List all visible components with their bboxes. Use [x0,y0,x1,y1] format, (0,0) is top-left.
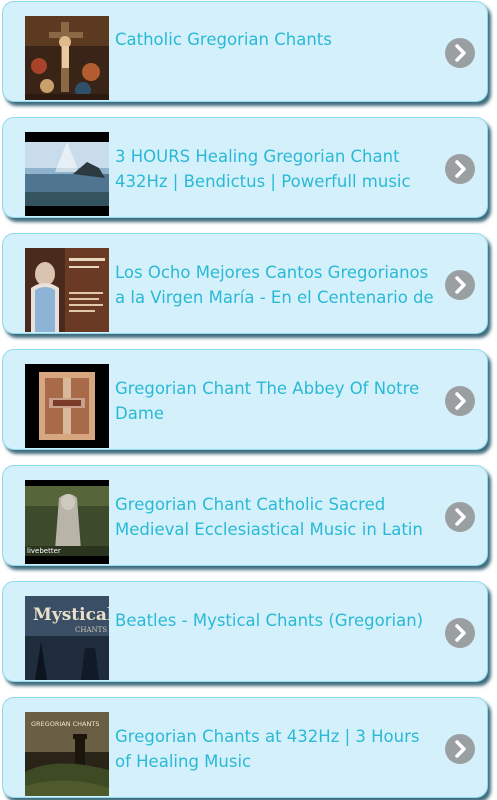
list-item[interactable]: 3 HOURS Healing Gregorian Chant 432Hz | … [2,117,488,218]
list-item[interactable]: Gregorian Chant The Abbey Of Notre Dame [2,349,488,450]
abbey-thumbnail [25,364,109,448]
video-thumbnail[interactable]: Mystical CHANTS [25,596,109,680]
mystical-thumbnail: Mystical CHANTS [25,596,109,680]
thumb-label: GREGORIAN CHANTS [31,720,99,728]
item-title[interactable]: 3 HOURS Healing Gregorian Chant 432Hz | … [115,144,437,194]
chevron-right-icon[interactable] [445,734,475,764]
sea-thumbnail [25,132,109,216]
item-title[interactable]: Catholic Gregorian Chants [115,27,437,52]
monk-thumbnail: livebetter [25,480,109,564]
chevron-right-icon[interactable] [445,38,475,68]
video-thumbnail[interactable] [25,248,109,332]
video-list: Catholic Gregorian Chants 3 HOURS Healin… [0,0,497,800]
video-thumbnail[interactable] [25,132,109,216]
item-title[interactable]: Gregorian Chant Catholic Sacred Medieval… [115,492,437,542]
video-thumbnail[interactable] [25,16,109,100]
chevron-right-icon[interactable] [445,270,475,300]
item-title[interactable]: Beatles - Mystical Chants (Gregorian) [115,608,437,633]
item-title[interactable]: Gregorian Chant The Abbey Of Notre Dame [115,376,437,426]
list-item[interactable]: livebetter Gregorian Chant Catholic Sacr… [2,465,488,566]
video-thumbnail[interactable]: GREGORIAN CHANTS [25,712,109,796]
item-title[interactable]: Los Ocho Mejores Cantos Gregorianos a la… [115,260,437,310]
list-item[interactable]: Mystical CHANTS Beatles - Mystical Chant… [2,581,488,682]
chevron-right-icon[interactable] [445,502,475,532]
chevron-right-icon[interactable] [445,154,475,184]
list-item[interactable]: GREGORIAN CHANTS Gregorian Chants at 432… [2,697,488,798]
painting-thumbnail [25,16,109,100]
item-title[interactable]: Gregorian Chants at 432Hz | 3 Hours of H… [115,724,437,774]
thumb-label: livebetter [27,547,61,555]
virgin-thumbnail [25,248,109,332]
chevron-right-icon[interactable] [445,618,475,648]
thumb-sublabel: CHANTS [75,626,107,634]
video-thumbnail[interactable] [25,364,109,448]
list-item[interactable]: Los Ocho Mejores Cantos Gregorianos a la… [2,233,488,334]
thumb-label: Mystical [33,605,109,625]
list-item[interactable]: Catholic Gregorian Chants [2,1,488,102]
chevron-right-icon[interactable] [445,386,475,416]
castle-thumbnail: GREGORIAN CHANTS [25,712,109,796]
video-thumbnail[interactable]: livebetter [25,480,109,564]
